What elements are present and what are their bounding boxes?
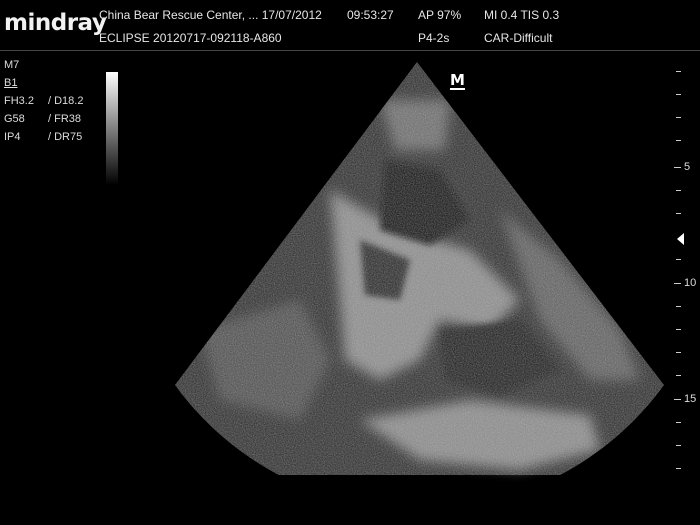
depth-scale: 5 10 15 (640, 55, 700, 525)
depth-tick-major (674, 167, 681, 168)
depth-label-5: 5 (684, 161, 691, 173)
focus-marker-icon[interactable] (677, 233, 684, 245)
depth-tick (676, 306, 681, 307)
orientation-marker: M (450, 71, 465, 90)
depth-tick (676, 329, 681, 330)
depth-tick (676, 422, 681, 423)
depth-tick (676, 375, 681, 376)
depth-tick-major (674, 283, 681, 284)
depth-tick (676, 259, 681, 260)
depth-tick (676, 352, 681, 353)
ultrasound-image (175, 62, 664, 475)
depth-tick (676, 117, 681, 118)
depth-tick (676, 94, 681, 95)
depth-tick (676, 445, 681, 446)
scan-sector (175, 62, 664, 475)
depth-tick-major (674, 399, 681, 400)
depth-tick (676, 213, 681, 214)
depth-tick (676, 71, 681, 72)
depth-tick (676, 190, 681, 191)
depth-label-10: 10 (684, 277, 697, 289)
depth-label-15: 15 (684, 393, 697, 405)
depth-tick (676, 468, 681, 469)
depth-tick (676, 140, 681, 141)
